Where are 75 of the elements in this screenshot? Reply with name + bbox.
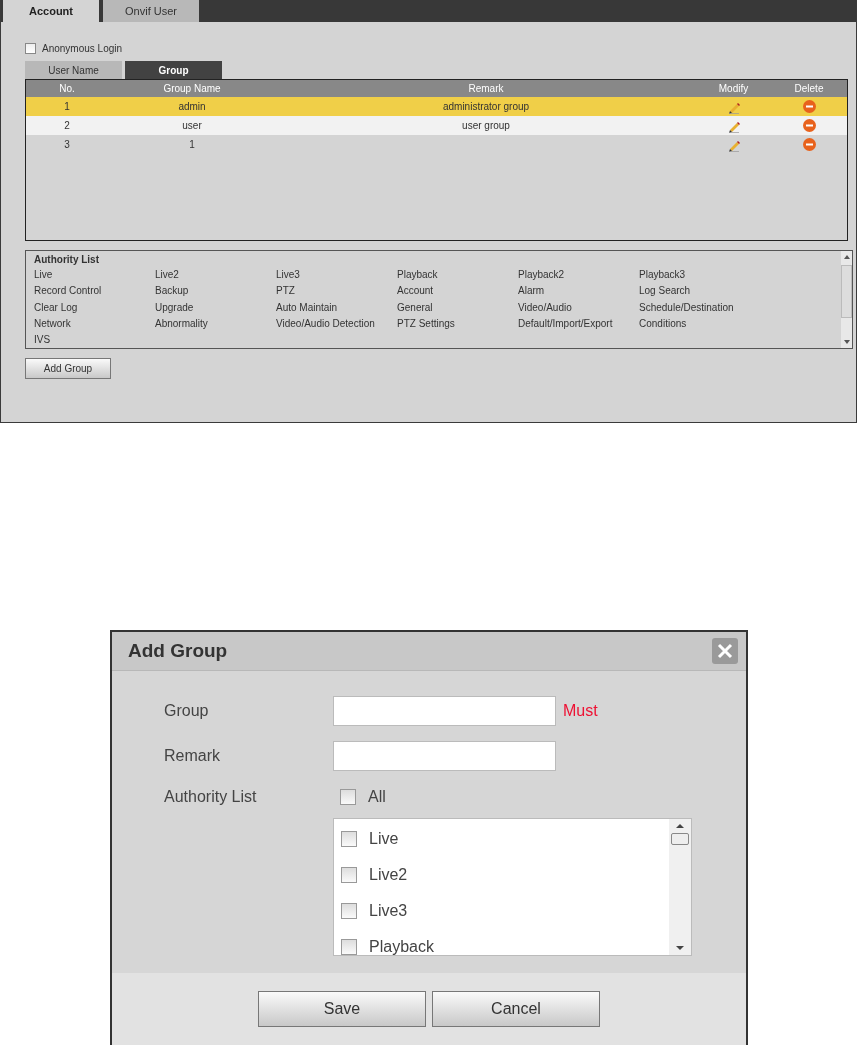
- column-header: Remark: [467, 83, 505, 94]
- checkbox-label: All: [368, 788, 386, 806]
- checkbox-label: Anonymous Login: [42, 42, 123, 54]
- tab[interactable]: Account: [3, 0, 99, 22]
- sub-tab[interactable]: Group: [125, 61, 222, 79]
- section-title: Authority List: [34, 254, 100, 267]
- column-header: Delete: [793, 83, 825, 94]
- checkbox-label: Live3: [369, 902, 408, 920]
- dialog-button[interactable]: Save: [258, 991, 426, 1027]
- authority-item: Network: [34, 317, 72, 331]
- checkbox-label: Playback: [369, 938, 434, 956]
- add-group-button[interactable]: Add Group: [25, 358, 111, 379]
- table-row[interactable]: 2 user user group: [26, 116, 847, 135]
- table-cell-text: 1: [63, 101, 71, 112]
- authority-item: Alarm: [518, 285, 546, 299]
- checkbox-label: Live: [369, 830, 399, 848]
- checkbox[interactable]: [341, 903, 357, 919]
- group-input-field[interactable]: [333, 696, 556, 726]
- authority-item: Video/Audio Detection: [276, 317, 376, 331]
- authority-item: Auto Maintain: [276, 301, 339, 315]
- delete-icon[interactable]: [802, 100, 816, 113]
- authority-item: Live: [34, 269, 54, 282]
- table-cell-text: 3: [63, 139, 71, 150]
- authority-item: Clear Log: [34, 301, 79, 315]
- authority-item: Backup: [155, 285, 190, 299]
- checkbox[interactable]: [25, 42, 36, 54]
- checkbox[interactable]: [341, 831, 357, 847]
- scrollbar[interactable]: [841, 251, 852, 348]
- scroll-thumb[interactable]: [671, 833, 689, 845]
- column-header: Modify: [717, 83, 750, 94]
- checkbox[interactable]: [340, 789, 356, 805]
- authority-item: PTZ Settings: [397, 317, 456, 331]
- close-icon[interactable]: [712, 638, 738, 664]
- checkbox-label: Live2: [369, 866, 408, 884]
- authority-item: Default/Import/Export: [518, 317, 614, 331]
- authority-item: Account: [397, 285, 435, 299]
- remark-input-field[interactable]: [333, 741, 556, 771]
- required-hint: Must: [563, 702, 598, 720]
- table-cell-text: administrator group: [441, 101, 531, 112]
- authority-item: Playback3: [639, 269, 687, 282]
- authority-item: Schedule/Destination: [639, 301, 735, 315]
- field-label: Group: [164, 702, 210, 720]
- field-label: Remark: [164, 747, 221, 765]
- tab[interactable]: Onvif User: [103, 0, 199, 22]
- authority-item: IVS: [34, 334, 52, 348]
- dialog-title: Add Group: [128, 640, 228, 662]
- authority-item: Video/Audio: [518, 301, 573, 315]
- authority-item: Playback2: [518, 269, 566, 282]
- column-header: No.: [58, 83, 76, 94]
- column-header: Group Name: [162, 83, 222, 94]
- table-cell-text: 1: [188, 139, 196, 150]
- authority-item: Log Search: [639, 285, 692, 299]
- authority-item: Record Control: [34, 285, 103, 299]
- table-cell-text: user group: [461, 120, 511, 131]
- authority-item: Conditions: [639, 317, 688, 331]
- table-cell-text: 2: [63, 120, 71, 131]
- table-row[interactable]: 1 admin administrator group: [26, 97, 847, 116]
- authority-item: Upgrade: [155, 301, 195, 315]
- table-cell-text: user: [181, 120, 203, 131]
- authority-item: Live2: [155, 269, 180, 282]
- dialog-button[interactable]: Cancel: [432, 991, 600, 1027]
- authority-item: General: [397, 301, 434, 315]
- authority-item: PTZ: [276, 285, 296, 299]
- authority-item: Abnormality: [155, 317, 209, 331]
- authority-item: Playback: [397, 269, 439, 282]
- checkbox[interactable]: [341, 939, 357, 955]
- authority-item: Live3: [276, 269, 301, 282]
- checkbox[interactable]: [341, 867, 357, 883]
- field-label: Authority List: [164, 788, 258, 806]
- table-cell-text: admin: [177, 101, 207, 112]
- sub-tab[interactable]: User Name: [25, 61, 122, 79]
- delete-icon[interactable]: [802, 138, 816, 151]
- delete-icon[interactable]: [802, 119, 816, 132]
- scrollbar[interactable]: [669, 819, 691, 955]
- scroll-thumb[interactable]: [841, 265, 852, 318]
